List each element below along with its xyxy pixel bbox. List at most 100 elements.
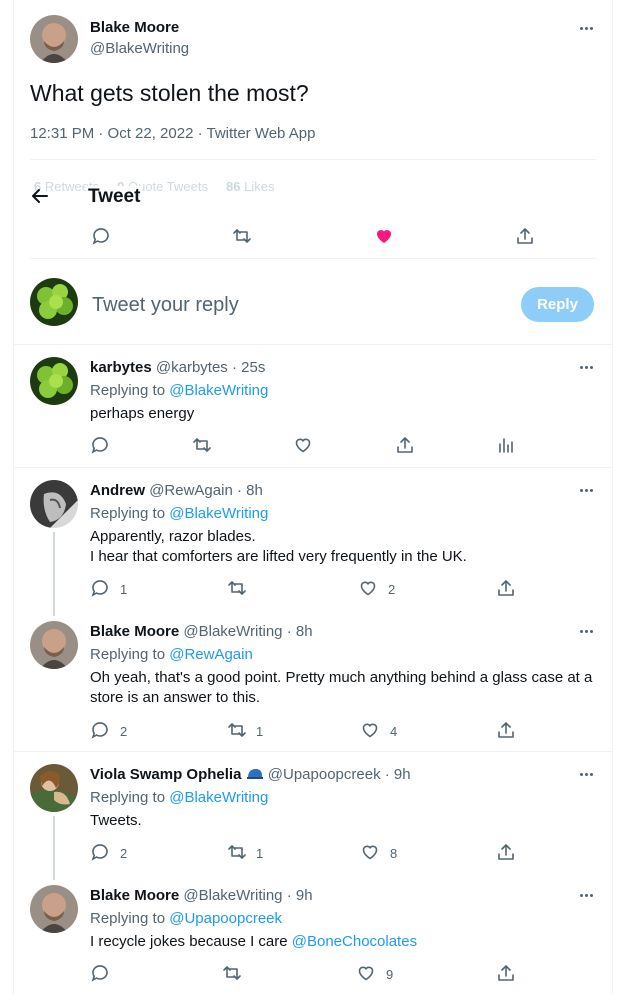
divider (14, 751, 612, 752)
cap-icon (246, 767, 264, 781)
replying-to-prefix: Replying to (90, 789, 166, 806)
reply-author-name[interactable]: karbytes (90, 359, 152, 376)
liked-heart-icon[interactable] (374, 226, 394, 246)
reply-header: Blake Moore @BlakeWriting · 9h (90, 886, 313, 906)
replying-to: Replying to @BlakeWriting (90, 788, 268, 808)
reply-avatar-blake[interactable] (30, 621, 78, 669)
reply-avatar-andrew[interactable] (30, 480, 78, 528)
replying-to-prefix: Replying to (90, 646, 166, 663)
reply-text-line2: I hear that comforters are lifted very f… (90, 548, 467, 565)
reply-author-handle[interactable]: @BlakeWriting (183, 887, 282, 904)
like-icon[interactable] (360, 842, 380, 862)
reply-icon[interactable] (90, 578, 110, 598)
thread-line (53, 816, 55, 880)
reply-header: Viola Swamp Ophelia @Upapoopcreek · 9h (90, 765, 411, 785)
reply-time[interactable]: · 8h (237, 482, 263, 499)
likes-label[interactable]: Likes (244, 179, 274, 194)
reply-text: perhaps energy (90, 405, 195, 422)
like-icon[interactable] (293, 435, 313, 455)
like-count: 4 (390, 724, 398, 739)
reply-header: karbytes @karbytes · 25s (90, 358, 265, 378)
reply-time[interactable]: · 25s (232, 359, 265, 376)
replying-to-prefix: Replying to (90, 505, 166, 522)
reply-text-line2: store is an answer to this. (90, 689, 261, 706)
share-icon[interactable] (496, 720, 516, 740)
reply-author-name[interactable]: Blake Moore (90, 623, 179, 640)
reply-time[interactable]: · 9h (385, 766, 411, 783)
replying-to-link[interactable]: @BlakeWriting (169, 789, 268, 806)
like-icon[interactable] (358, 578, 378, 598)
reply-text-line1: Oh yeah, that's a good point. Pretty muc… (90, 669, 593, 686)
reply-input[interactable]: Tweet your reply (92, 294, 239, 317)
reply-text: Tweets. (90, 812, 142, 829)
main-author-handle[interactable]: @BlakeWriting (90, 40, 189, 57)
main-author-name[interactable]: Blake Moore (90, 19, 179, 36)
back-arrow-icon[interactable] (30, 186, 52, 206)
reply-text-line1: Apparently, razor blades. (90, 528, 256, 545)
main-tweet-meta[interactable]: 12:31 PM · Oct 22, 2022 · Twitter Web Ap… (30, 125, 315, 142)
more-options-icon[interactable] (576, 764, 596, 784)
like-count: 8 (390, 846, 398, 861)
reply-author-handle[interactable]: @karbytes (156, 359, 228, 376)
replying-to-link[interactable]: @BlakeWriting (169, 382, 268, 399)
reply-icon[interactable] (91, 226, 111, 246)
thread-line (53, 532, 55, 616)
like-icon[interactable] (360, 720, 380, 740)
retweet-count: 1 (256, 846, 264, 861)
reply-icon[interactable] (90, 435, 110, 455)
retweet-icon[interactable] (227, 578, 247, 598)
like-icon[interactable] (356, 963, 376, 983)
reply-icon[interactable] (90, 842, 110, 862)
reply-time[interactable]: · 8h (287, 623, 313, 640)
more-options-icon[interactable] (576, 18, 596, 38)
replying-to-link[interactable]: @Upapoopcreek (169, 910, 282, 927)
reply-button[interactable]: Reply (521, 287, 594, 322)
like-count: 9 (386, 967, 394, 982)
replying-to-link[interactable]: @RewAgain (169, 646, 253, 663)
replying-to-prefix: Replying to (90, 382, 166, 399)
reply-author-handle[interactable]: @RewAgain (149, 482, 233, 499)
share-icon[interactable] (496, 842, 516, 862)
share-icon[interactable] (496, 963, 516, 983)
more-options-icon[interactable] (576, 480, 596, 500)
mention-link[interactable]: @BoneChocolates (292, 933, 417, 950)
replying-to: Replying to @BlakeWriting (90, 381, 268, 401)
replying-to: Replying to @Upapoopcreek (90, 909, 282, 929)
divider (30, 159, 596, 160)
reply-icon[interactable] (90, 963, 110, 983)
reply-author-handle[interactable]: @Upapoopcreek (268, 766, 381, 783)
retweet-icon[interactable] (227, 842, 247, 862)
more-options-icon[interactable] (576, 357, 596, 377)
share-icon[interactable] (496, 578, 516, 598)
reply-author-handle[interactable]: @BlakeWriting (183, 623, 282, 640)
more-options-icon[interactable] (576, 885, 596, 905)
reply-avatar-karbytes[interactable] (30, 357, 78, 405)
retweet-icon[interactable] (232, 226, 252, 246)
retweet-icon[interactable] (227, 720, 247, 740)
reply-time[interactable]: · 9h (287, 887, 313, 904)
more-options-icon[interactable] (576, 621, 596, 641)
reply-avatar-blake[interactable] (30, 885, 78, 933)
analytics-icon[interactable] (496, 435, 516, 455)
retweet-icon[interactable] (222, 963, 242, 983)
reply-text: I recycle jokes because I care @BoneChoc… (90, 932, 417, 952)
share-icon[interactable] (515, 226, 535, 246)
retweet-icon[interactable] (192, 435, 212, 455)
reply-avatar-viola[interactable] (30, 764, 78, 812)
replying-to-link[interactable]: @BlakeWriting (169, 505, 268, 522)
reply-count: 1 (120, 582, 128, 597)
reply-author-name[interactable]: Andrew (90, 482, 145, 499)
likes-count[interactable]: 86 (226, 179, 240, 194)
divider (14, 344, 612, 345)
reply-text-body: I recycle jokes because I care (90, 933, 288, 950)
main-author-avatar[interactable] (30, 15, 78, 63)
share-icon[interactable] (395, 435, 415, 455)
reply-author-name[interactable]: Blake Moore (90, 887, 179, 904)
reply-icon[interactable] (90, 720, 110, 740)
reply-author-name[interactable]: Viola Swamp Ophelia (90, 766, 241, 783)
reply-count: 2 (120, 846, 128, 861)
replying-to: Replying to @RewAgain (90, 645, 253, 665)
my-avatar[interactable] (30, 278, 78, 326)
replying-to: Replying to @BlakeWriting (90, 504, 268, 524)
reply-count: 2 (120, 724, 128, 739)
